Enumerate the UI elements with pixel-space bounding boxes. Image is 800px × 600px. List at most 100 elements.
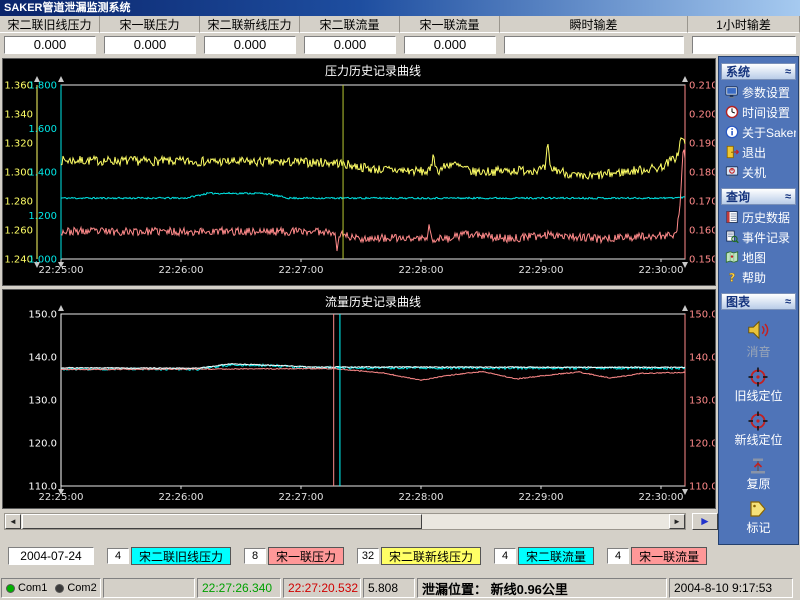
sidebar-section-header-2[interactable]: 图表≈ [721,293,796,310]
info-icon [725,125,739,139]
event-icon [725,230,739,244]
sidebar-item-history-data[interactable]: 历史数据 [723,207,796,227]
sidebar-item-label: 参数设置 [742,84,790,101]
sidebar-section-header-1[interactable]: 查询≈ [721,188,796,205]
sidebar-item-time-settings[interactable]: 时间设置 [723,102,796,122]
collapse-icon: ≈ [785,66,791,78]
axis-tick-label: 0.160 [689,226,715,237]
x-tick-label: 22:26:00 [159,265,204,276]
delta-value: 5.808 [363,578,415,598]
collapse-icon: ≈ [785,296,791,308]
axis-tick-label: 140.0 [689,353,715,364]
legend-channel-number-song2-new-pressure[interactable]: 32 [357,548,379,564]
system-datetime: 2004-8-10 9:17:53 [669,578,793,598]
legend-row: 2004-07-244宋二联旧线压力8宋一联压力32宋二联新线压力4宋二联流量4… [0,543,716,569]
sidebar-item-new-line-locate[interactable]: 新线定位 [734,411,782,448]
axis-tick-label: 130.0 [689,396,715,407]
telemetry-value-cell-3: 0.000 [300,33,400,56]
telemetry-value-6 [692,36,796,54]
target-icon [748,411,768,431]
flow-chart-svg[interactable]: 流量历史记录曲线150.0140.0130.0120.0110.0150.014… [3,290,715,508]
history-icon [725,210,739,224]
axis-tick-label: 1.000 [28,255,57,266]
legend-item-song2-new-pressure[interactable]: 宋二联新线压力 [381,547,481,565]
telemetry-column-label-0: 宋二联旧线压力 [0,16,100,33]
x-tick-label: 22:28:00 [399,265,444,276]
com-port-indicator-2: Com2 [55,582,96,594]
com-port-label: Com1 [18,582,47,594]
axis-tick-label: 140.0 [28,353,57,364]
sidebar-item-mute[interactable]: 消音 [746,317,772,360]
target-icon [748,367,768,387]
axis-tick-label: 110.0 [28,482,57,493]
sidebar-item-mark[interactable]: 标记 [746,499,770,536]
svg-text:?: ? [729,270,736,284]
scroll-left-button[interactable]: ◄ [5,514,21,529]
x-tick-label: 22:25:00 [39,492,84,503]
x-tick-label: 22:29:00 [519,265,564,276]
telemetry-column-label-3: 宋二联流量 [300,16,400,33]
leak-location: 泄漏位置： 新线0.96公里 [417,578,667,598]
chart-title: 流量历史记录曲线 [325,295,421,309]
legend-item-song1-flow[interactable]: 宋一联流量 [631,547,707,565]
telemetry-column-label-1: 宋一联压力 [100,16,200,33]
x-tick-label: 22:27:00 [279,265,324,276]
sidebar-item-label: 帮助 [742,269,766,286]
axis-tick-label: 150.0 [28,310,57,321]
axis-tick-label: 1.400 [28,168,57,179]
date-display: 2004-07-24 [8,547,94,565]
legend-channel-number-song1-pressure[interactable]: 8 [244,548,266,564]
sidebar-item-map[interactable]: 地图 [723,247,796,267]
power-icon [725,165,739,179]
legend-item-song1-pressure[interactable]: 宋一联压力 [268,547,344,565]
legend-channel-number-song2-flow[interactable]: 4 [494,548,516,564]
axis-tick-label: 130.0 [28,396,57,407]
play-button[interactable]: ► [692,513,718,530]
telemetry-value-2: 0.000 [204,36,296,54]
com-status-dot [55,584,64,593]
scroll-right-button[interactable]: ► [669,514,685,529]
telemetry-value-cell-1: 0.000 [100,33,200,56]
sidebar-item-shutdown[interactable]: 关机 [723,162,796,182]
sidebar-item-param-settings[interactable]: 参数设置 [723,82,796,102]
legend-item-song2-flow[interactable]: 宋二联流量 [518,547,594,565]
sidebar-item-exit[interactable]: 退出 [723,142,796,162]
x-tick-label: 22:30:00 [639,492,684,503]
telemetry-value-cell-2: 0.000 [200,33,300,56]
sidebar-item-label: 时间设置 [742,104,790,121]
app-window: SAKER管道泄漏监测系统 宋二联旧线压力宋一联压力宋二联新线压力宋二联流量宋一… [0,0,800,600]
sidebar-item-label: 标记 [746,519,770,536]
section-title: 查询 [726,188,750,205]
telemetry-value-cell-6 [688,33,800,56]
axis-tick-label: 1.340 [4,110,33,121]
status-bar: Com1Com222:27:26.34022:27:20.5325.808泄漏位… [0,577,800,600]
sidebar-item-label: 历史数据 [742,209,790,226]
sidebar-item-restore[interactable]: 复原 [746,455,770,492]
axis-tick-label: 1.200 [28,211,57,222]
pressure-chart-svg[interactable]: 压力历史记录曲线1.3601.3401.3201.3001.2801.2601.… [3,59,715,285]
scroll-thumb[interactable] [22,514,422,529]
section-body: 消音旧线定位新线定位复原标记 [721,310,796,536]
legend-item-song2-old-pressure[interactable]: 宋二联旧线压力 [131,547,231,565]
legend-channel-number-song2-old-pressure[interactable]: 4 [107,548,129,564]
sidebar-item-help[interactable]: ? 帮助 [723,267,796,287]
time-scrollbar[interactable]: ◄► [4,513,686,530]
x-tick-label: 22:29:00 [519,492,564,503]
monitor-icon [725,85,739,99]
mute-icon [746,317,772,343]
sidebar-item-event-log[interactable]: 事件记录 [723,227,796,247]
sidebar: 系统≈参数设置时间设置关于Saker退出关机查询≈历史数据事件记录地图?帮助图表… [718,56,799,545]
axis-tick-label: 1.600 [28,124,57,135]
com-port-indicator-1: Com1 [6,582,47,594]
sidebar-item-label: 消音 [746,343,770,360]
event-time-green: 22:27:26.340 [197,578,281,598]
map-icon [725,250,739,264]
sidebar-item-label: 退出 [742,144,766,161]
restore-icon [748,455,768,475]
sidebar-item-old-line-locate[interactable]: 旧线定位 [734,367,782,404]
telemetry-value-5 [504,36,684,54]
sidebar-item-about-saker[interactable]: 关于Saker [723,122,796,142]
sidebar-section-header-0[interactable]: 系统≈ [721,63,796,80]
legend-channel-number-song1-flow[interactable]: 4 [607,548,629,564]
telemetry-value-0: 0.000 [4,36,96,54]
